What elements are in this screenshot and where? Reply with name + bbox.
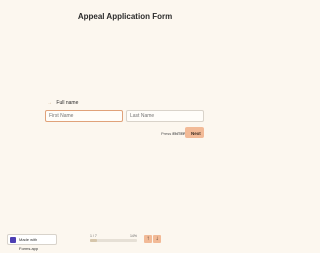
progress-labels: 1 / 7 14%	[90, 234, 137, 238]
progress-bar	[90, 239, 137, 242]
form-title: Appeal Application Form	[77, 12, 173, 21]
previous-question-button[interactable]: ↑	[144, 235, 152, 243]
arrow-right-icon: →	[47, 100, 52, 106]
made-with-badge[interactable]: Made with Forms.app	[7, 234, 57, 251]
arrow-down-icon: ↓	[155, 236, 159, 242]
enter-hint: Press ENTER	[161, 131, 186, 136]
last-name-input[interactable]	[126, 110, 204, 122]
next-button[interactable]: Next	[185, 127, 204, 138]
arrow-up-icon: ↑	[146, 236, 150, 242]
progress-percent: 14%	[129, 234, 137, 238]
question-label-text: Full name	[56, 100, 79, 106]
progress-bar-fill	[90, 239, 97, 242]
next-question-button[interactable]: ↓	[153, 235, 161, 243]
question-label: → Full name	[47, 100, 78, 106]
first-name-input[interactable]	[45, 110, 123, 122]
forms-app-logo-icon	[10, 236, 16, 243]
enter-hint-prefix: Press	[161, 131, 172, 136]
badge-text: Made with Forms.app	[19, 237, 39, 251]
progress-count: 1 / 7	[90, 234, 97, 238]
enter-hint-key: ENTER	[172, 131, 186, 136]
